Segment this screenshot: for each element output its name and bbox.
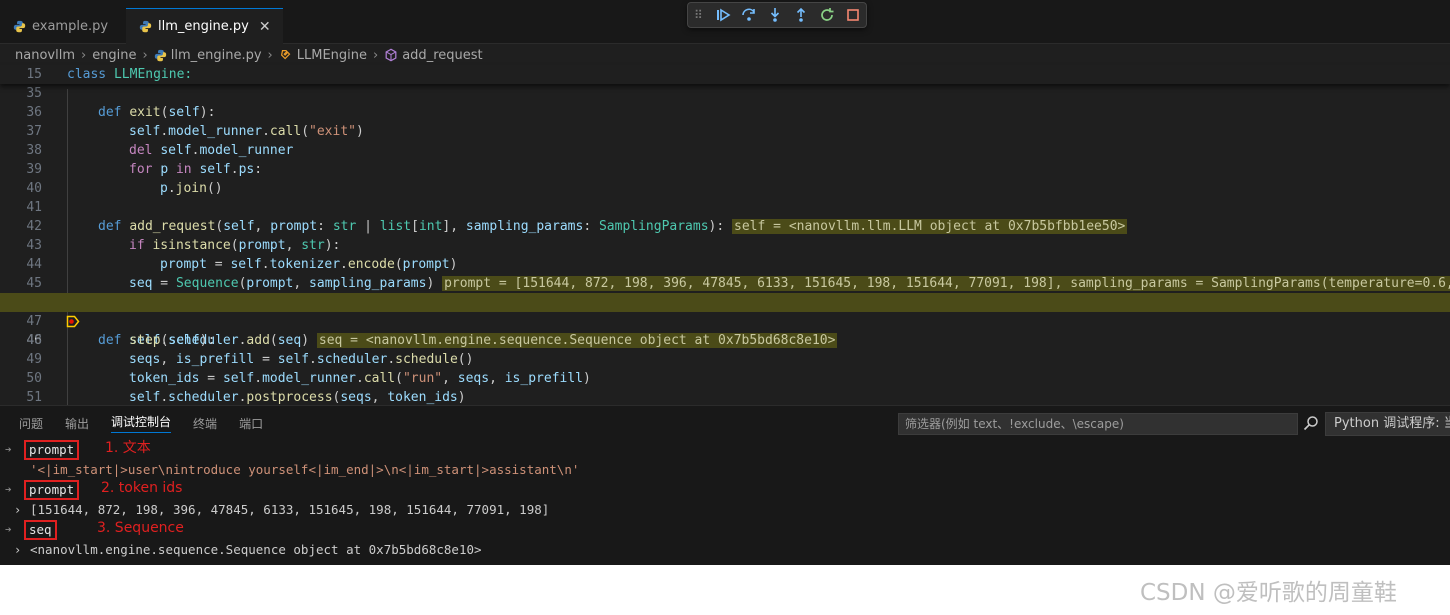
sticky-scroll-header[interactable]: 15 class LLMEngine:	[0, 65, 1450, 84]
continue-icon[interactable]	[714, 6, 732, 24]
code-line: 40 p.join()	[26, 181, 223, 196]
input-arrow-icon: ➔	[5, 523, 12, 536]
current-execution-line: 46 self.scheduler.add(seq) seq = <nanovll…	[0, 293, 1450, 348]
drag-handle-icon[interactable]: ⠿	[694, 8, 706, 22]
inline-debug-value: prompt = [151644, 872, 198, 396, 47845, …	[442, 276, 1450, 291]
annotation-label: 1. 文本	[105, 440, 151, 456]
annotation-label: 3. Sequence	[97, 520, 184, 536]
breadcrumb-item[interactable]: engine	[92, 48, 136, 63]
step-over-icon[interactable]	[740, 6, 758, 24]
python-file-icon	[12, 19, 26, 33]
breadcrumb-item[interactable]: nanovllm	[15, 48, 75, 63]
code-line: 38 del self.model_runner	[26, 143, 294, 158]
console-result: [151644, 872, 198, 396, 47845, 6133, 151…	[30, 502, 550, 517]
tab-debug-console[interactable]: 调试控制台	[111, 413, 172, 433]
console-result-row[interactable]: › [151644, 872, 198, 396, 47845, 6133, 1…	[0, 500, 1450, 520]
input-arrow-icon: ➔	[5, 483, 12, 496]
tab-ports[interactable]: 端口	[239, 415, 263, 432]
chevron-right-icon: ›	[373, 47, 379, 63]
code-line: 39 for p in self.ps:	[26, 162, 263, 177]
tab-llm-engine-py[interactable]: llm_engine.py ✕	[126, 8, 283, 44]
code-line: 50 token_ids = self.model_runner.call("ru…	[26, 371, 591, 386]
code-line: 44 prompt = self.tokenizer.encode(prompt)	[26, 257, 458, 272]
code-line: 43 if isinstance(prompt, str):	[26, 238, 341, 253]
debug-console-panel: 问题 输出 调试控制台 终端 端口 筛选器(例如 text、!exclude、\…	[0, 406, 1450, 565]
code-line: 49 seqs, is_prefill = self.scheduler.sche…	[26, 352, 474, 367]
close-icon[interactable]: ✕	[259, 19, 271, 35]
console-input-row: ➔ prompt 1. 文本	[0, 440, 1450, 460]
chevron-right-icon: ›	[80, 47, 87, 63]
code-line: 47	[26, 314, 42, 329]
code-line: 41	[26, 200, 42, 215]
tab-terminal[interactable]: 终端	[193, 415, 217, 432]
input-arrow-icon: ➔	[5, 443, 12, 456]
tab-label: llm_engine.py	[158, 19, 249, 34]
watermark: CSDN @爱听歌的周童鞋	[1140, 580, 1397, 606]
chevron-right-icon: ›	[267, 47, 273, 63]
console-filter-input[interactable]: 筛选器(例如 text、!exclude、\escape)	[898, 413, 1298, 435]
code-line: 35	[26, 86, 42, 101]
python-file-icon	[154, 49, 167, 62]
filter-search-icon[interactable]	[1303, 415, 1319, 435]
console-result: <nanovllm.engine.sequence.Sequence objec…	[30, 542, 482, 557]
console-result-row[interactable]: › <nanovllm.engine.sequence.Sequence obj…	[0, 540, 1450, 560]
console-input-row: ➔ seq 3. Sequence	[0, 520, 1450, 540]
inline-debug-value: self = <nanovllm.llm.LLM object at 0x7b5…	[732, 219, 1128, 234]
breadcrumb-item[interactable]: llm_engine.py	[171, 48, 262, 63]
tab-problems[interactable]: 问题	[19, 415, 43, 432]
console-result: '<|im_start|>user\nintroduce yourself<|i…	[30, 462, 580, 477]
code-line: 37 self.model_runner.call("exit")	[26, 124, 364, 139]
stop-icon[interactable]	[844, 6, 862, 24]
panel-tabs: 问题 输出 调试控制台 终端 端口	[0, 406, 263, 440]
chevron-right-icon[interactable]: ›	[14, 540, 21, 560]
chevron-right-icon[interactable]: ›	[14, 500, 21, 520]
class-symbol-icon	[279, 48, 293, 62]
code-line: 48 def step(self):	[26, 333, 216, 348]
tab-output[interactable]: 输出	[65, 415, 89, 432]
code-line: 45 seq = Sequence(prompt, sampling_params…	[0, 274, 1450, 293]
restart-icon[interactable]	[818, 6, 836, 24]
step-into-icon[interactable]	[766, 6, 784, 24]
console-expression: prompt	[24, 480, 80, 500]
breadcrumb-item[interactable]: LLMEngine	[297, 48, 367, 63]
console-expression: seq	[24, 520, 57, 540]
python-file-icon	[138, 20, 152, 34]
breadcrumb: nanovllm › engine › llm_engine.py › LLME…	[0, 44, 1450, 66]
console-expression: prompt	[24, 440, 80, 460]
step-out-icon[interactable]	[792, 6, 810, 24]
vscode-window: example.py llm_engine.py ✕ ⠿ nanovllm › …	[0, 0, 1450, 565]
code-line: 42 def add_request(self, prompt: str | li…	[26, 219, 1128, 234]
chevron-right-icon: ›	[142, 47, 148, 63]
tab-label: example.py	[32, 18, 109, 34]
debug-session-select[interactable]: Python 调试程序: 当前文件	[1325, 412, 1450, 436]
annotation-label: 2. token ids	[101, 480, 183, 496]
code-editor[interactable]: 36 def exit(self): 37 self.model_runner.ca…	[0, 65, 1450, 405]
breadcrumb-item[interactable]: add_request	[402, 48, 482, 63]
debug-toolbar: ⠿	[687, 2, 867, 28]
method-symbol-icon	[384, 48, 398, 62]
console-result-row: '<|im_start|>user\nintroduce yourself<|i…	[30, 460, 579, 480]
tab-example-py[interactable]: example.py	[0, 8, 120, 44]
code-line: 36 def exit(self):	[26, 105, 216, 120]
console-input-row: ➔ prompt 2. token ids	[0, 480, 1450, 500]
